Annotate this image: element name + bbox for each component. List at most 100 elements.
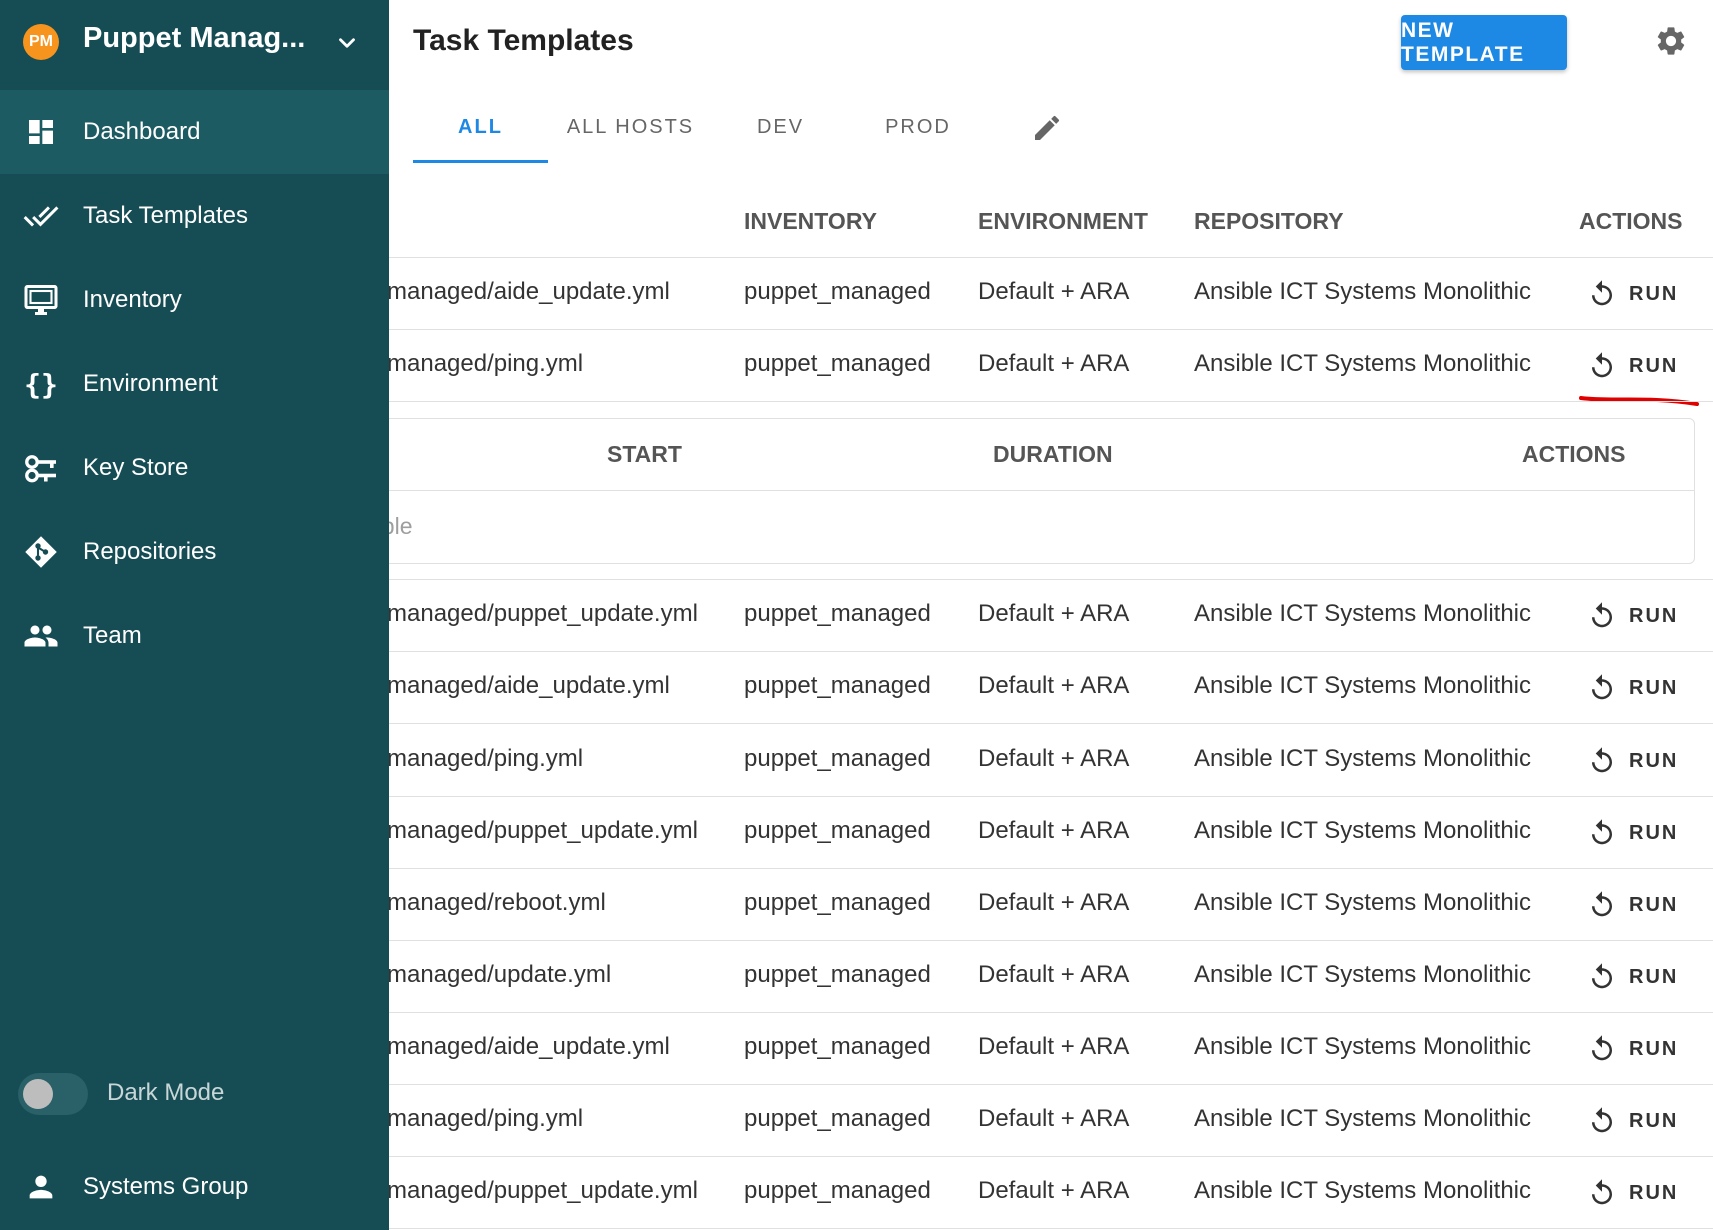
inventory-cell: puppet_managed [744,745,931,772]
run-label: RUN [1629,749,1679,772]
inventory-cell: puppet_managed [744,672,931,699]
replay-icon [1592,963,1612,989]
playbook-cell: managed/puppet_update.yml [389,1177,698,1204]
replay-icon [1592,747,1612,773]
sidebar-item-team[interactable]: Team [0,594,389,678]
gear-icon[interactable] [1654,24,1688,58]
run-label: RUN [1629,1181,1679,1204]
run-button[interactable]: RUN [1587,957,1687,997]
environment-cell: Default + ARA [978,1105,1130,1132]
run-button[interactable]: RUN [1587,1029,1687,1069]
run-label: RUN [1629,354,1679,377]
replay-icon [1592,674,1612,700]
tab-all[interactable]: ALL [413,92,548,162]
dashboard-icon [22,113,60,151]
run-button[interactable]: RUN [1587,1101,1687,1141]
sidebar-item-environment[interactable]: {} Environment [0,342,389,426]
toggle-knob [23,1079,53,1109]
run-button[interactable]: RUN [1587,741,1687,781]
run-button[interactable]: RUN [1587,668,1687,708]
run-button[interactable]: RUN [1587,274,1687,314]
double-check-icon [22,197,60,235]
playbook-cell: managed/aide_update.yml [389,672,670,699]
environment-cell: Default + ARA [978,600,1130,627]
run-button[interactable]: RUN [1587,596,1687,636]
table-row[interactable]: managed/puppet_update.yml puppet_managed D… [389,580,1713,652]
inventory-cell: puppet_managed [744,350,931,377]
sidebar: PM Puppet Manag... Dashboard Task Templa… [0,0,389,1230]
inventory-cell: puppet_managed [744,278,931,305]
person-icon [22,1168,60,1206]
playbook-cell: managed/aide_update.yml [389,1033,670,1060]
replay-icon [1592,602,1612,628]
table-row[interactable]: managed/ping.yml puppet_managed Default + … [389,330,1713,402]
task-history-header: START DURATION ACTIONS [389,419,1694,491]
column-environment[interactable]: ENVIRONMENT [978,208,1148,235]
table-row[interactable]: managed/puppet_update.yml puppet_managed D… [389,797,1713,869]
playbook-cell: managed/aide_update.yml [389,278,670,305]
table-row[interactable]: managed/puppet_update.yml puppet_managed D… [389,1157,1713,1229]
replay-icon [1592,1179,1612,1205]
table-row[interactable]: managed/aide_update.yml puppet_managed Def… [389,1013,1713,1085]
sidebar-item-label: Key Store [83,454,189,481]
sidebar-item-label: Repositories [83,538,217,565]
dark-mode-toggle[interactable] [18,1073,88,1115]
sidebar-item-label: Dashboard [83,118,201,145]
sidebar-item-task-templates[interactable]: Task Templates [0,174,389,258]
repository-cell: Ansible ICT Systems Monolithic [1194,1105,1532,1132]
repository-cell: Ansible ICT Systems Monolithic [1194,672,1532,699]
column-start[interactable]: START [607,441,682,468]
inventory-cell: puppet_managed [744,961,931,988]
table-row[interactable]: managed/update.yml puppet_managed Default … [389,941,1713,1013]
environment-cell: Default + ARA [978,350,1130,377]
sidebar-item-repositories[interactable]: Repositories [0,510,389,594]
run-button[interactable]: RUN [1587,346,1687,386]
tab-dev[interactable]: DEV [713,92,848,162]
run-label: RUN [1629,1109,1679,1132]
project-selector[interactable]: PM Puppet Manag... [0,0,389,84]
repository-cell: Ansible ICT Systems Monolithic [1194,1033,1532,1060]
environment-cell: Default + ARA [978,745,1130,772]
sidebar-item-inventory[interactable]: Inventory [0,258,389,342]
inventory-cell: puppet_managed [744,1105,931,1132]
repository-cell: Ansible ICT Systems Monolithic [1194,889,1532,916]
run-button[interactable]: RUN [1587,885,1687,925]
column-duration[interactable]: DURATION [993,441,1113,468]
table-row[interactable]: managed/aide_update.yml puppet_managed Def… [389,652,1713,724]
user-menu[interactable]: Systems Group [0,1144,389,1230]
sidebar-item-dashboard[interactable]: Dashboard [0,90,389,174]
table-row[interactable]: managed/reboot.yml puppet_managed Default … [389,869,1713,941]
playbook-cell: managed/ping.yml [389,1105,584,1132]
replay-icon [1592,819,1612,845]
pencil-icon[interactable] [1031,112,1063,144]
key-icon [22,449,60,487]
table-row[interactable]: managed/ping.yml puppet_managed Default + … [389,725,1713,797]
sidebar-item-label: Team [83,622,142,649]
playbook-cell: managed/update.yml [389,961,612,988]
tab-prod[interactable]: PROD [848,92,988,162]
playbook-cell: managed/ping.yml [389,350,584,377]
run-label: RUN [1629,893,1679,916]
run-label: RUN [1629,1037,1679,1060]
run-button[interactable]: RUN [1587,1173,1687,1213]
tab-all-hosts[interactable]: ALL HOSTS [548,92,713,162]
sidebar-item-key-store[interactable]: Key Store [0,426,389,510]
new-template-button[interactable]: NEW TEMPLATE [1401,15,1567,70]
braces-icon: {} [24,367,58,401]
playbook-cell: managed/puppet_update.yml [389,817,698,844]
repository-cell: Ansible ICT Systems Monolithic [1194,817,1532,844]
inventory-cell: puppet_managed [744,1177,931,1204]
table-row[interactable]: managed/ping.yml puppet_managed Default + … [389,1085,1713,1157]
inventory-cell: puppet_managed [744,1033,931,1060]
column-inventory[interactable]: INVENTORY [744,208,877,235]
run-label: RUN [1629,604,1679,627]
environment-cell: Default + ARA [978,672,1130,699]
table-row[interactable]: managed/aide_update.yml puppet_managed Def… [389,258,1713,330]
project-name: Puppet Manag... [83,22,306,54]
run-button[interactable]: RUN [1587,813,1687,853]
sidebar-item-label: Environment [83,370,218,397]
column-actions: ACTIONS [1579,208,1683,234]
replay-icon [1592,1035,1612,1061]
column-repository[interactable]: REPOSITORY [1194,208,1344,235]
replay-icon [1592,280,1612,306]
